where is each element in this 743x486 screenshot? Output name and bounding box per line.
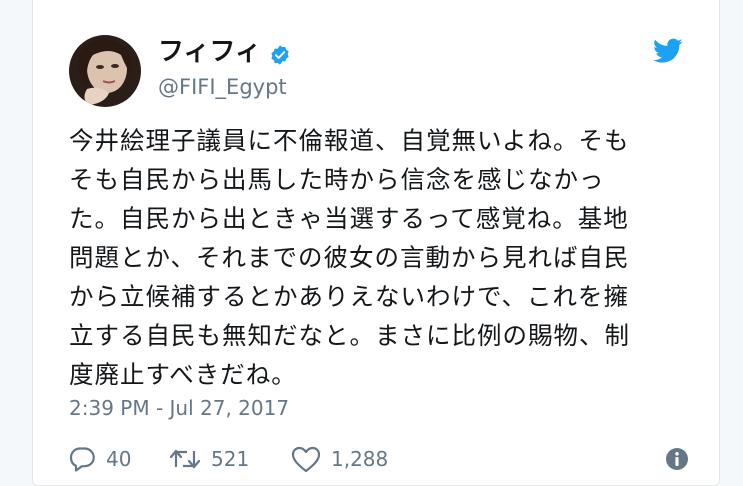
reply-count: 40 xyxy=(106,447,132,471)
reply-button[interactable]: 40 xyxy=(69,444,131,474)
display-name-text[interactable]: フィフィ xyxy=(158,35,261,69)
info-icon[interactable] xyxy=(665,447,689,471)
like-count: 1,288 xyxy=(331,447,389,471)
heart-icon xyxy=(291,446,321,473)
avatar[interactable] xyxy=(69,35,141,107)
retweet-icon xyxy=(169,447,201,471)
tweet-text: 今井絵理子議員に不倫報道、自覚無いよね。そも そも自民から出馬した時から信念を感… xyxy=(69,126,630,389)
reply-icon xyxy=(69,446,96,472)
twitter-bird-icon[interactable] xyxy=(653,38,683,64)
retweet-count: 521 xyxy=(211,447,250,471)
user-handle[interactable]: @FIFI_Egypt xyxy=(158,73,287,101)
tweet-actions: 40 521 1,288 xyxy=(69,444,689,474)
display-name[interactable]: フィフィ xyxy=(158,35,291,69)
tweet-card: フィフィ @FIFI_Egypt 今井絵理子議員に不倫報道、自覚無いよね。そも … xyxy=(32,0,720,486)
verified-badge-icon xyxy=(269,41,291,65)
tweet-timestamp[interactable]: 2:39 PM - Jul 27, 2017 xyxy=(69,394,289,422)
like-button[interactable]: 1,288 xyxy=(291,444,388,474)
retweet-button[interactable]: 521 xyxy=(169,444,249,474)
